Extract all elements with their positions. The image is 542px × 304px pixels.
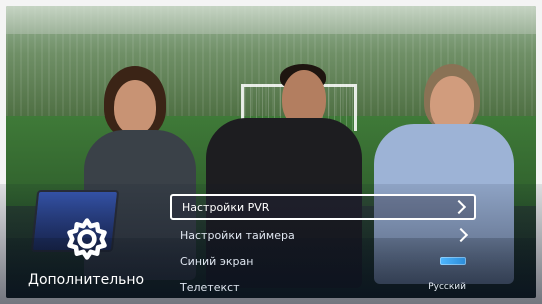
right: [453, 227, 476, 243]
head: [114, 80, 156, 134]
teletext-language-value: Русский: [428, 282, 466, 292]
menu-item-label: Настройки PVR: [182, 200, 270, 214]
menu-item-label: Настройки таймера: [180, 228, 295, 242]
gear-icon: [67, 218, 107, 260]
menu-item-pvr-settings[interactable]: Настройки PVR: [170, 194, 476, 220]
chevron-right-icon: [451, 199, 467, 215]
chevron-right-icon: [453, 227, 469, 243]
right: [451, 199, 474, 215]
menu-item-blue-screen[interactable]: Синий экран: [170, 248, 476, 274]
stadium-roof: [6, 6, 536, 34]
settings-menu: Настройки PVR Настройки таймера Синий эк…: [170, 190, 476, 302]
right: [440, 257, 476, 265]
blue-screen-toggle[interactable]: [440, 257, 466, 265]
right: Русский: [428, 282, 476, 292]
settings-category-panel: Дополнительно: [20, 206, 160, 298]
menu-item-label: Телетекст: [180, 280, 240, 294]
category-title: Дополнительно: [28, 272, 145, 288]
menu-item-label: Синий экран: [180, 254, 254, 268]
menu-item-teletext[interactable]: Телетекст Русский: [170, 274, 476, 300]
menu-item-timer-settings[interactable]: Настройки таймера: [170, 222, 476, 248]
